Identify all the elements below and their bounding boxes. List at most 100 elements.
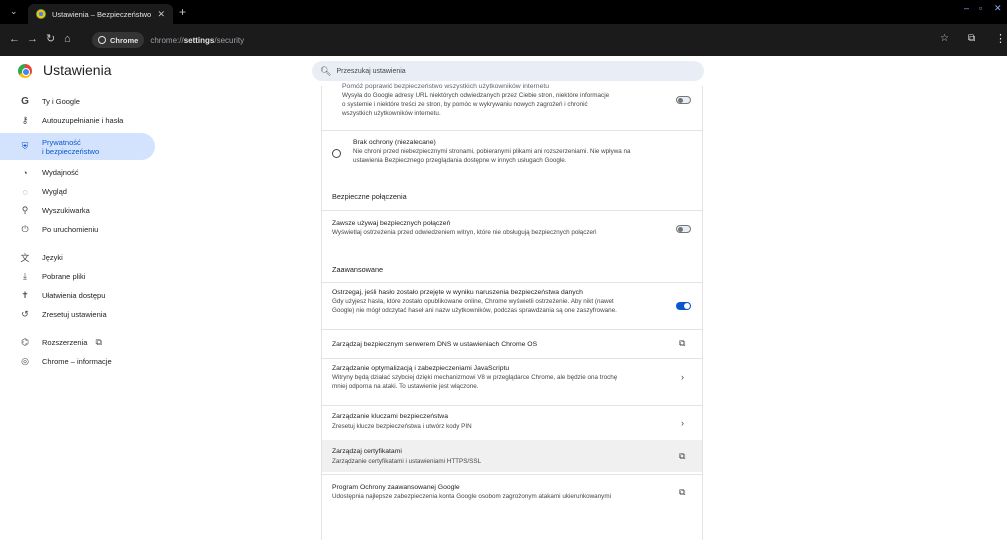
tab-title: Ustawienia – Bezpieczeństwo — [52, 9, 152, 19]
search-placeholder: Przeszukaj ustawienia — [336, 67, 406, 75]
sidebar-item-you-and-google[interactable]: G Ty i Google — [0, 92, 165, 111]
sidebar-item-label: Po uruchomieniu — [42, 225, 99, 234]
row-description: Zarządzanie certyfikatami i ustawieniami… — [332, 458, 482, 465]
security-keys-row[interactable]: Zarządzanie kluczami bezpieczeństwa Zres… — [322, 408, 702, 436]
forward-icon[interactable]: → — [27, 33, 38, 45]
tab-strip: ⌄ Ustawienia – Bezpieczeństwo ✕ + – ▫ ✕ — [0, 0, 1007, 24]
tab-search-icon[interactable]: ⌄ — [10, 6, 18, 17]
speedometer-icon: ◔ — [22, 167, 28, 178]
chevron-right-icon: › — [681, 372, 684, 382]
sidebar-item-on-startup[interactable]: ⏻ Po uruchomieniu — [0, 220, 165, 239]
minimize-icon[interactable]: – — [964, 3, 969, 13]
settings-search-input[interactable]: 🔍︎ Przeszukaj ustawienia — [312, 61, 704, 81]
manage-certificates-row[interactable]: Zarządzaj certyfikatami Zarządzanie cert… — [322, 440, 702, 472]
row-description-line2: ustawienia Bezpiecznego przeglądania dos… — [353, 157, 567, 164]
tab-settings-security[interactable]: Ustawienia – Bezpieczeństwo ✕ — [28, 4, 173, 24]
sidebar-item-label: Chrome – informacje — [42, 357, 112, 366]
help-improve-toggle[interactable] — [676, 96, 691, 104]
open-in-new-icon: ⧉ — [679, 338, 686, 348]
url-suffix: /security — [214, 35, 245, 45]
back-icon[interactable]: ← — [9, 33, 20, 45]
sidebar-divider — [0, 324, 165, 333]
no-protection-option[interactable]: Brak ochrony (niezalecane) Nie chroni pr… — [322, 136, 702, 172]
open-in-new-icon: ⧉ — [679, 451, 686, 461]
help-improve-security-row[interactable]: Pomóż poprawić bezpieczeństwo wszystkich… — [322, 82, 702, 126]
javascript-optimization-row[interactable]: Zarządzanie optymalizacją i zabezpieczen… — [322, 362, 702, 402]
sidebar-item-label: Języki — [42, 253, 63, 262]
sidebar-item-downloads[interactable]: ⤓ Pobrane pliki — [0, 267, 165, 286]
row-description-line3: wszystkich użytkowników internetu. — [342, 110, 441, 117]
always-secure-connections-row[interactable]: Zawsze używaj bezpiecznych połączeń Wyśw… — [322, 217, 702, 243]
row-title: Zawsze używaj bezpiecznych połączeń — [332, 220, 451, 227]
sidebar-item-label: Wygląd — [42, 187, 67, 196]
close-tab-icon[interactable]: ✕ — [157, 9, 165, 20]
row-description-line2: mniej odporna na ataki. To ustawienie je… — [332, 383, 479, 390]
sidebar-item-languages[interactable]: 文 Języki — [0, 248, 165, 267]
password-breach-warning-row[interactable]: Ostrzegaj, jeśli hasło zostało przejęte … — [322, 286, 702, 324]
puzzle-icon: ⌬ — [21, 337, 29, 347]
no-protection-radio[interactable] — [332, 149, 341, 158]
chrome-icon: ◎ — [21, 356, 29, 366]
sidebar-item-label: Autouzupełnianie i hasła — [42, 116, 124, 125]
always-secure-toggle[interactable] — [676, 225, 691, 233]
chrome-chip[interactable]: Chrome — [92, 32, 145, 48]
palette-icon: ◌ — [22, 186, 28, 197]
sidebar-item-privacy-security[interactable]: ⛨ Prywatność i bezpieczeństwo — [0, 133, 155, 160]
sidebar-item-reset[interactable]: ↺ Zresetuj ustawienia — [0, 305, 165, 324]
row-title: Program Ochrony zaawansowanej Google — [332, 484, 460, 491]
secure-connections-heading: Bezpieczne połączenia — [332, 192, 407, 201]
home-icon[interactable]: ⌂ — [64, 33, 71, 45]
translate-icon: 文 — [20, 253, 30, 263]
toggle-knob — [684, 303, 690, 309]
window-close-icon[interactable]: ✕ — [994, 3, 1002, 14]
extensions-icon[interactable]: ⧉ — [968, 33, 975, 44]
search-icon: 🔍︎ — [320, 65, 332, 76]
sidebar-item-search-engine[interactable]: ⚲ Wyszukiwarka — [0, 201, 165, 220]
password-warning-toggle[interactable] — [676, 302, 691, 310]
sidebar-item-autofill[interactable]: ⚷ Autouzupełnianie i hasła — [0, 111, 165, 130]
sidebar-item-performance[interactable]: ◔ Wydajność — [0, 163, 165, 182]
toggle-knob — [678, 227, 683, 232]
sidebar-item-about-chrome[interactable]: ◎ Chrome – informacje — [0, 352, 165, 371]
settings-sidebar: G Ty i Google ⚷ Autouzupełnianie i hasła… — [0, 92, 165, 371]
url-prefix: chrome:// — [150, 35, 184, 45]
sidebar-item-label: Pobrane pliki — [42, 272, 86, 281]
security-settings-card: Pomóż poprawić bezpieczeństwo wszystkich… — [321, 83, 703, 540]
row-description-line1: Wysyła do Google adresy URL niektórych o… — [342, 92, 610, 99]
new-tab-icon[interactable]: + — [179, 5, 186, 19]
sidebar-item-label: Wydajność — [42, 168, 79, 177]
secure-dns-row[interactable]: Zarządzaj bezpiecznym serwerem DNS w ust… — [322, 330, 702, 357]
settings-gear-icon — [36, 9, 46, 19]
sidebar-item-label: Prywatność i bezpieczeństwo — [42, 138, 99, 156]
chrome-logo-icon — [18, 64, 32, 78]
advanced-protection-row[interactable]: Program Ochrony zaawansowanej Google Udo… — [322, 478, 702, 508]
row-description-line1: Witryny będą działać szybciej dzięki mec… — [332, 374, 618, 381]
row-divider — [322, 474, 702, 475]
more-menu-icon[interactable]: ⋮ — [995, 32, 1006, 45]
row-title: Brak ochrony (niezalecane) — [353, 139, 436, 146]
chrome-chip-label: Chrome — [110, 35, 139, 45]
row-divider — [322, 130, 702, 131]
row-title: Ostrzegaj, jeśli hasło zostało przejęte … — [332, 289, 583, 296]
url-bold: settings — [183, 35, 215, 45]
google-g-icon: G — [21, 96, 29, 107]
chrome-icon — [98, 36, 106, 44]
address-bar[interactable]: Chrome chrome://settings/security — [92, 29, 932, 51]
advanced-heading: Zaawansowane — [332, 265, 384, 274]
reset-icon: ↺ — [21, 309, 29, 319]
reload-icon[interactable]: ↻ — [46, 33, 55, 45]
sidebar-item-extensions[interactable]: ⌬ Rozszerzenia ⧉ — [0, 333, 165, 352]
sidebar-item-accessibility[interactable]: ✝ Ułatwienia dostępu — [0, 286, 165, 305]
maximize-icon[interactable]: ▫ — [979, 3, 982, 13]
row-description: Zresetuj klucze bezpieczeństwa i utwórz … — [332, 423, 472, 430]
row-title: Zarządzanie optymalizacją i zabezpieczen… — [332, 365, 510, 372]
sidebar-item-label: Zresetuj ustawienia — [42, 310, 107, 319]
open-in-new-icon: ⧉ — [95, 337, 102, 347]
download-icon: ⤓ — [23, 271, 27, 281]
sidebar-item-appearance[interactable]: ◌ Wygląd — [0, 182, 165, 201]
bookmark-star-icon[interactable]: ☆ — [940, 33, 949, 44]
row-title: Zarządzaj certyfikatami — [332, 448, 402, 455]
row-description-line2: Google) nie mógł odczytać haseł ani nazw… — [332, 307, 617, 314]
sidebar-item-label: Ułatwienia dostępu — [42, 291, 106, 300]
row-divider — [322, 358, 702, 359]
